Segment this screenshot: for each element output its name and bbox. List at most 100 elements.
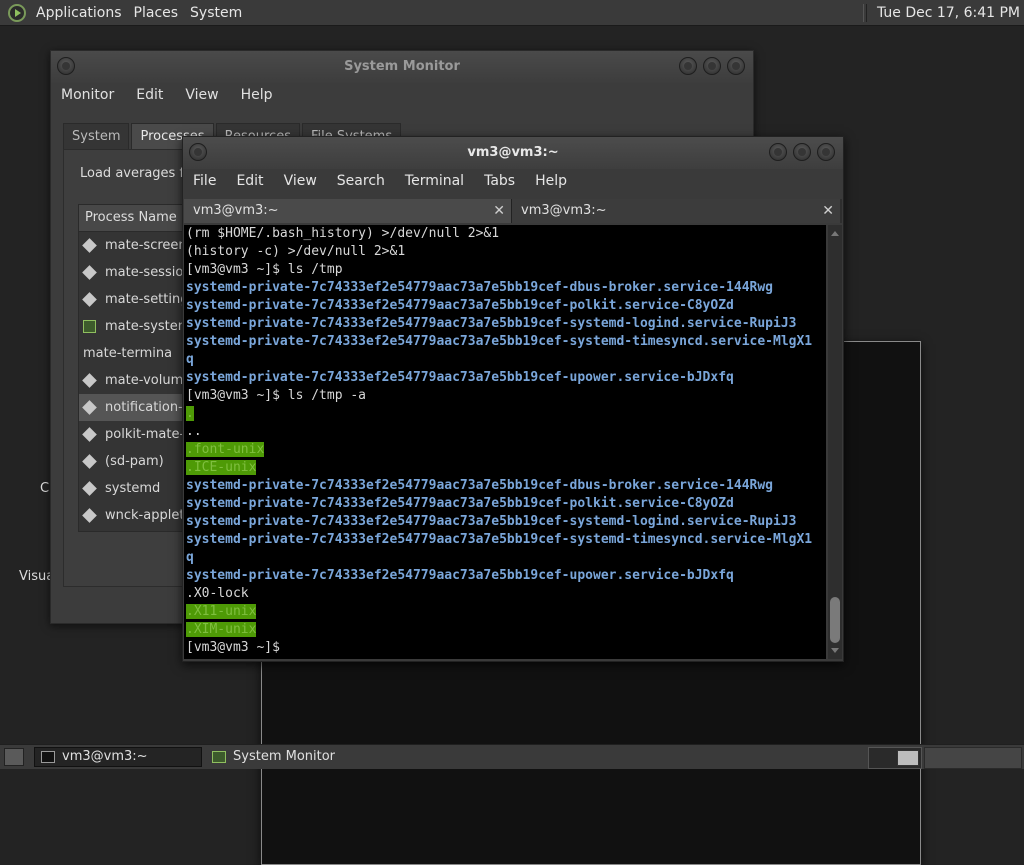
menu-system[interactable]: System xyxy=(188,5,244,21)
top-panel: Applications Places System Tue Dec 17, 6… xyxy=(0,0,1024,26)
menu-help[interactable]: Help xyxy=(535,173,567,189)
maximize-button[interactable] xyxy=(703,57,721,75)
system-monitor-icon xyxy=(212,751,226,763)
process-name: (sd-pam) xyxy=(105,454,164,469)
minimize-button[interactable] xyxy=(769,143,787,161)
panel-separator xyxy=(862,3,867,22)
load-averages-label: Load averages fo xyxy=(80,166,192,181)
terminal-line: [vm3@vm3 ~]$ ls /tmp -a xyxy=(184,387,826,405)
tab-label: vm3@vm3:~ xyxy=(521,203,607,218)
show-desktop-button[interactable] xyxy=(4,748,24,766)
close-button[interactable] xyxy=(817,143,835,161)
tab-label: vm3@vm3:~ xyxy=(193,203,279,218)
terminal-line: systemd-private-7c74333ef2e54779aac73a7e… xyxy=(184,477,826,495)
terminal-line: systemd-private-7c74333ef2e54779aac73a7e… xyxy=(184,513,826,531)
menu-search[interactable]: Search xyxy=(337,173,385,189)
sysmon-menubar: Monitor Edit View Help xyxy=(61,87,295,103)
process-name: systemd xyxy=(105,481,161,496)
terminal-line: q xyxy=(184,549,826,567)
menu-places[interactable]: Places xyxy=(132,5,181,21)
menu-edit[interactable]: Edit xyxy=(136,87,163,103)
terminal-line-text: [vm3@vm3 ~]$ ls /tmp xyxy=(186,262,343,277)
terminal-tab-2[interactable]: vm3@vm3:~ ✕ xyxy=(512,199,840,223)
terminal-line: systemd-private-7c74333ef2e54779aac73a7e… xyxy=(184,333,826,351)
terminal-scrollbar[interactable] xyxy=(828,225,842,659)
terminal-line: .ICE-unix xyxy=(184,459,826,477)
gear-icon xyxy=(82,400,97,415)
terminal-line: systemd-private-7c74333ef2e54779aac73a7e… xyxy=(184,369,826,387)
terminal-line: [vm3@vm3 ~]$ ls /tmp xyxy=(184,261,826,279)
terminal-line-text: q xyxy=(186,550,194,565)
menu-terminal[interactable]: Terminal xyxy=(405,173,464,189)
terminal-line-text: systemd-private-7c74333ef2e54779aac73a7e… xyxy=(186,334,813,349)
scrollbar-thumb[interactable] xyxy=(830,597,840,643)
bottom-panel: vm3@vm3:~ System Monitor xyxy=(0,744,1024,769)
terminal-line: .XIM-unix xyxy=(184,621,826,639)
terminal-output[interactable]: (rm $HOME/.bash_history) >/dev/null 2>&1… xyxy=(184,225,826,659)
process-name: mate-session xyxy=(105,265,192,280)
taskbar-label: System Monitor xyxy=(233,749,336,764)
taskbar-item-system-monitor[interactable]: System Monitor xyxy=(206,747,406,767)
window-title: System Monitor xyxy=(344,59,460,74)
terminal-line: (history -c) >/dev/null 2>&1 xyxy=(184,243,826,261)
gear-icon xyxy=(82,292,97,307)
minimize-button[interactable] xyxy=(679,57,697,75)
top-panel-right: Tue Dec 17, 6:41 PM xyxy=(862,0,1024,25)
desktop-icon-label[interactable]: C xyxy=(40,481,49,496)
menu-file[interactable]: File xyxy=(193,173,216,189)
gear-icon xyxy=(82,508,97,523)
terminal-line-text: systemd-private-7c74333ef2e54779aac73a7e… xyxy=(186,316,797,331)
terminal-line-text: .XIM-unix xyxy=(186,622,257,637)
menu-view[interactable]: View xyxy=(284,173,317,189)
taskbar-label: vm3@vm3:~ xyxy=(62,749,148,764)
terminal-tabbar: vm3@vm3:~ ✕ vm3@vm3:~ ✕ xyxy=(184,199,842,223)
terminal-line: systemd-private-7c74333ef2e54779aac73a7e… xyxy=(184,297,826,315)
tab-system[interactable]: System xyxy=(63,123,130,150)
terminal-line-text: q xyxy=(186,352,194,367)
terminal-line-text: [vm3@vm3 ~]$ ls /tmp -a xyxy=(186,388,367,403)
terminal-line: [vm3@vm3 ~]$ xyxy=(184,639,826,657)
scroll-down-icon[interactable] xyxy=(831,648,839,653)
terminal-line-text: .ICE-unix xyxy=(186,460,257,475)
workspace-switcher-2[interactable] xyxy=(924,747,1022,769)
terminal-tab-1[interactable]: vm3@vm3:~ ✕ xyxy=(184,199,512,223)
menu-applications[interactable]: Applications xyxy=(34,5,124,21)
terminal-line-text: systemd-private-7c74333ef2e54779aac73a7e… xyxy=(186,370,734,385)
scroll-up-icon[interactable] xyxy=(831,231,839,236)
terminal-line: (rm $HOME/.bash_history) >/dev/null 2>&1 xyxy=(184,225,826,243)
terminal-line-text: .X0-lock xyxy=(186,586,249,601)
terminal-line-text: .X11-unix xyxy=(186,604,257,619)
terminal-line: .font-unix xyxy=(184,441,826,459)
menu-help[interactable]: Help xyxy=(241,87,273,103)
window-title: vm3@vm3:~ xyxy=(467,145,559,160)
process-name: mate-screens xyxy=(105,238,194,253)
maximize-button[interactable] xyxy=(793,143,811,161)
window-titlebar[interactable]: System Monitor xyxy=(51,51,753,83)
terminal-line-text: systemd-private-7c74333ef2e54779aac73a7e… xyxy=(186,496,734,511)
close-tab-icon[interactable]: ✕ xyxy=(493,199,505,223)
gear-icon xyxy=(82,427,97,442)
terminal-line: systemd-private-7c74333ef2e54779aac73a7e… xyxy=(184,315,826,333)
process-name: mate-termina xyxy=(83,346,173,361)
close-button[interactable] xyxy=(727,57,745,75)
taskbar-item-terminal[interactable]: vm3@vm3:~ xyxy=(34,747,202,767)
mate-logo-icon[interactable] xyxy=(8,3,26,22)
terminal-line-text: .. xyxy=(186,424,202,439)
terminal-line-text: . xyxy=(186,406,194,421)
clock[interactable]: Tue Dec 17, 6:41 PM xyxy=(877,5,1020,21)
menu-monitor[interactable]: Monitor xyxy=(61,87,114,103)
gear-icon xyxy=(82,238,97,253)
menu-tabs[interactable]: Tabs xyxy=(484,173,515,189)
workspace-switcher[interactable] xyxy=(868,747,922,769)
window-titlebar[interactable]: vm3@vm3:~ xyxy=(183,137,843,169)
menu-view[interactable]: View xyxy=(185,87,218,103)
terminal-line-text: systemd-private-7c74333ef2e54779aac73a7e… xyxy=(186,514,797,529)
menu-edit[interactable]: Edit xyxy=(236,173,263,189)
terminal-line: systemd-private-7c74333ef2e54779aac73a7e… xyxy=(184,567,826,585)
desktop-icon-label[interactable]: Visua xyxy=(19,569,54,584)
terminal-line-text: [vm3@vm3 ~]$ xyxy=(186,640,288,655)
terminal-menubar: File Edit View Search Terminal Tabs Help xyxy=(193,173,587,189)
gear-icon xyxy=(82,454,97,469)
close-tab-icon[interactable]: ✕ xyxy=(822,199,834,223)
terminal-icon xyxy=(41,751,55,763)
